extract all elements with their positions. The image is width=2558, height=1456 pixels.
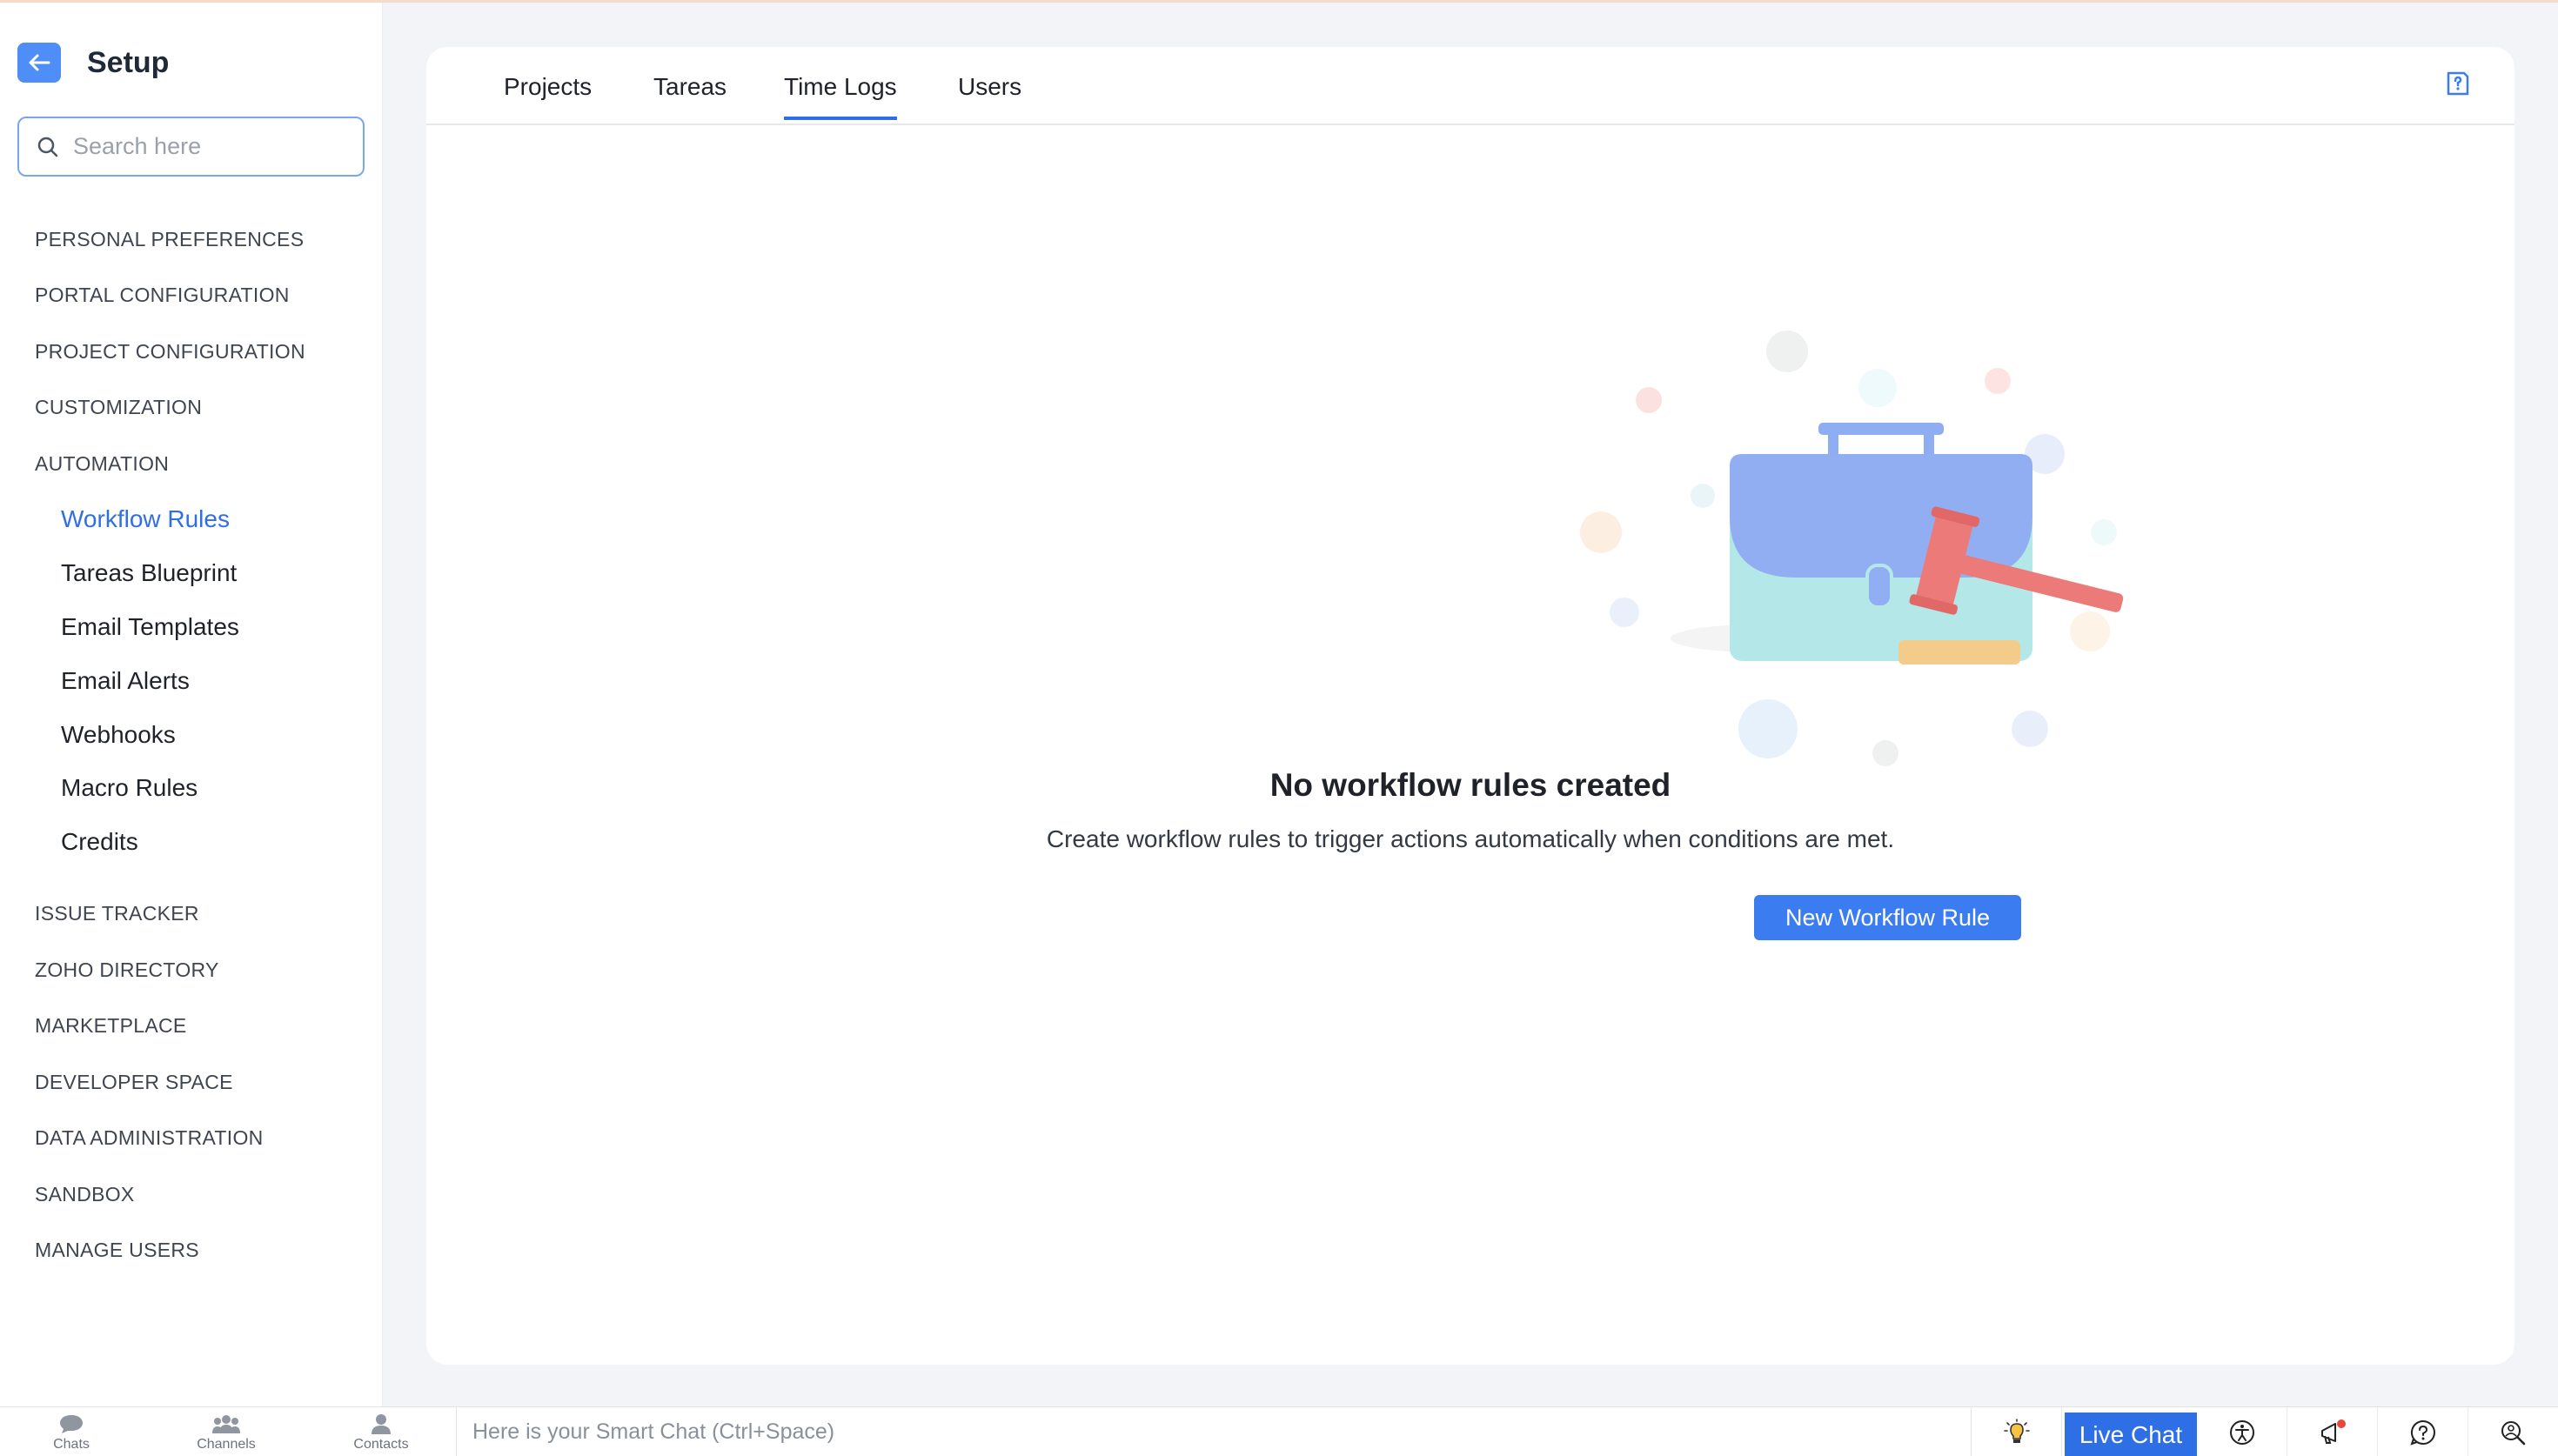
nav-workflow-rules[interactable]: Workflow Rules	[61, 505, 230, 533]
nav-sandbox[interactable]: SANDBOX	[35, 1183, 135, 1206]
tab-tareas[interactable]: Tareas	[653, 73, 727, 117]
search-people-icon[interactable]	[2468, 1407, 2558, 1456]
nav-data-administration[interactable]: DATA ADMINISTRATION	[35, 1126, 264, 1150]
nav-macro-rules[interactable]: Macro Rules	[61, 774, 198, 802]
nav-credits[interactable]: Credits	[61, 828, 138, 856]
live-chat-button[interactable]: Live Chat	[2065, 1413, 2197, 1456]
setup-sidebar: Setup PERSONAL PREFERENCES PORTAL CONFIG…	[0, 3, 383, 1406]
nav-portal-configuration[interactable]: PORTAL CONFIGURATION	[35, 284, 290, 307]
module-tabs: Projects Tareas Time Logs Users	[426, 47, 2514, 125]
tab-users[interactable]: Users	[958, 73, 1021, 117]
back-button[interactable]	[17, 43, 61, 83]
nav-marketplace[interactable]: MARKETPLACE	[35, 1014, 187, 1038]
bottom-channels-label: Channels	[197, 1437, 256, 1452]
search-input[interactable]	[73, 133, 352, 160]
nav-customization[interactable]: CUSTOMIZATION	[35, 396, 202, 419]
bottom-chats[interactable]: Chats	[19, 1413, 124, 1453]
chat-bubble-icon	[60, 1415, 83, 1433]
empty-state-description: Create workflow rules to trigger actions…	[1046, 825, 1895, 852]
accessibility-icon[interactable]	[2197, 1407, 2287, 1456]
bottom-chats-label: Chats	[53, 1437, 90, 1452]
main-card: Projects Tareas Time Logs Users No workf…	[426, 47, 2514, 1365]
nav-automation[interactable]: AUTOMATION	[35, 452, 169, 476]
sidebar-search[interactable]	[17, 117, 365, 177]
smart-chat-input[interactable]	[472, 1419, 1971, 1445]
top-accent-line	[0, 0, 2558, 3]
tab-projects[interactable]: Projects	[504, 73, 592, 117]
smart-chat-bar[interactable]	[456, 1407, 1972, 1456]
help-document-icon[interactable]	[2445, 70, 2471, 102]
search-icon	[37, 137, 58, 157]
nav-personal-preferences[interactable]: PERSONAL PREFERENCES	[35, 228, 304, 251]
help-icon[interactable]	[2378, 1407, 2468, 1456]
setup-title: Setup	[87, 45, 170, 79]
nav-email-alerts[interactable]: Email Alerts	[61, 667, 190, 695]
bottom-bar: Chats Channels Contacts Live Chat	[0, 1406, 2558, 1456]
bulb-icon[interactable]	[1972, 1407, 2062, 1456]
briefcase-gavel-illustration	[1580, 331, 2124, 766]
nav-project-configuration[interactable]: PROJECT CONFIGURATION	[35, 340, 305, 364]
nav-tareas-blueprint[interactable]: Tareas Blueprint	[61, 559, 237, 587]
empty-state-title: No workflow rules created	[1269, 767, 1671, 803]
nav-manage-users[interactable]: MANAGE USERS	[35, 1239, 199, 1262]
nav-issue-tracker[interactable]: ISSUE TRACKER	[35, 902, 199, 925]
channels-icon	[212, 1415, 240, 1433]
contact-person-icon	[372, 1414, 391, 1434]
bottom-contacts-label: Contacts	[353, 1437, 409, 1452]
nav-zoho-directory[interactable]: ZOHO DIRECTORY	[35, 958, 219, 982]
nav-developer-space[interactable]: DEVELOPER SPACE	[35, 1071, 233, 1094]
new-workflow-rule-button[interactable]: New Workflow Rule	[1754, 895, 2021, 940]
tab-time-logs[interactable]: Time Logs	[784, 73, 897, 120]
setup-header: Setup	[17, 43, 169, 83]
announcement-icon[interactable]	[2287, 1407, 2378, 1456]
bottom-channels[interactable]: Channels	[174, 1413, 278, 1453]
nav-email-templates[interactable]: Email Templates	[61, 613, 239, 641]
nav-webhooks[interactable]: Webhooks	[61, 721, 176, 749]
bottom-contacts[interactable]: Contacts	[329, 1413, 433, 1453]
arrow-left-icon	[29, 54, 50, 71]
